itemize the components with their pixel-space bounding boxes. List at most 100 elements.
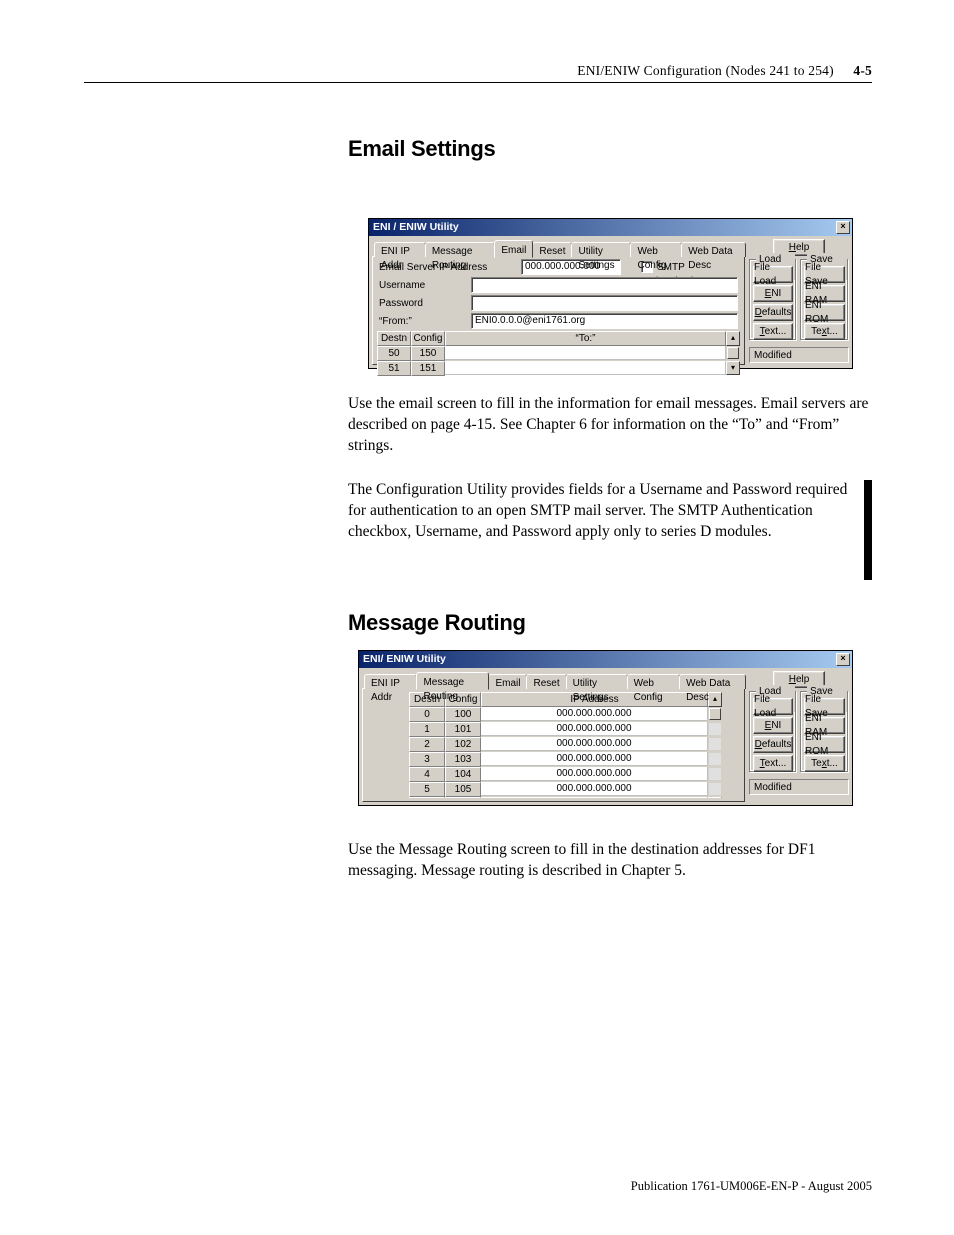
tab-utility-settings[interactable]: Utility Settings: [571, 242, 631, 257]
tab-reset[interactable]: Reset: [532, 242, 572, 257]
window-title: ENI/ ENIW Utility: [363, 652, 446, 666]
scrollbar-thumb[interactable]: [709, 708, 721, 720]
cell-destn: 0: [409, 707, 445, 722]
tab-eni-ip-addr[interactable]: ENI IP Addr: [374, 242, 426, 257]
running-header: ENI/ENIW Configuration (Nodes 241 to 254…: [577, 62, 872, 80]
running-header-text: ENI/ENIW Configuration (Nodes 241 to 254…: [577, 63, 834, 78]
cell-config: 151: [411, 361, 445, 376]
window-titlebar: ENI / ENIW Utility ×: [369, 219, 852, 236]
cell-destn: 51: [377, 361, 411, 376]
col-to: “To:”: [445, 331, 726, 346]
input-password[interactable]: [471, 295, 738, 311]
input-from[interactable]: ENI0.0.0.0@eni1761.org: [471, 313, 738, 329]
scroll-up-icon[interactable]: ▴: [726, 331, 740, 346]
cell-config: 105: [445, 782, 481, 797]
tab-eni-ip-addr[interactable]: ENI IP Addr: [364, 674, 417, 689]
window-title: ENI / ENIW Utility: [373, 220, 459, 234]
group-load-from: Load From File Load ENI Defaults Text...: [749, 691, 796, 772]
file-load-button[interactable]: File Load: [753, 698, 793, 715]
screenshot-email-utility: ENI / ENIW Utility × Help Load From File…: [368, 218, 853, 369]
text-save-button[interactable]: Text...: [804, 755, 845, 772]
tab-web-config[interactable]: Web Config: [627, 674, 680, 689]
eni-button[interactable]: ENI: [753, 285, 793, 302]
cell-ip[interactable]: 000.000.000.000: [481, 707, 708, 721]
routing-table: Destn Config IP Address ▴ 0100000.000.00…: [409, 692, 722, 798]
cell-destn: 3: [409, 752, 445, 767]
status-text: Modified: [749, 347, 849, 363]
cell-config: 150: [411, 346, 445, 361]
cell-to[interactable]: [445, 361, 726, 375]
cell-destn: 5: [409, 782, 445, 797]
close-icon[interactable]: ×: [836, 221, 850, 234]
cell-config: 102: [445, 737, 481, 752]
cell-ip[interactable]: 000.000.000.000: [481, 767, 708, 781]
header-rule: [84, 82, 872, 83]
scrollbar-track[interactable]: [708, 767, 722, 781]
tab-message-routing[interactable]: Message Routing: [416, 672, 489, 690]
body-paragraph: Use the email screen to fill in the info…: [348, 394, 872, 457]
body-paragraph: The Configuration Utility provides field…: [348, 480, 872, 543]
close-icon[interactable]: ×: [836, 653, 850, 666]
window-titlebar: ENI/ ENIW Utility ×: [359, 651, 852, 668]
tab-message-routing[interactable]: Message Routing: [425, 242, 496, 257]
scroll-down-icon[interactable]: ▾: [708, 797, 722, 798]
scrollbar-track[interactable]: [708, 722, 722, 736]
scrollbar-track[interactable]: [708, 782, 722, 796]
cell-ip[interactable]: 000.000.000.000: [481, 797, 708, 798]
status-text: Modified: [749, 779, 849, 795]
cell-config: 103: [445, 752, 481, 767]
screenshot-message-routing: ENI/ ENIW Utility × Help Load From File …: [358, 650, 853, 806]
file-load-button[interactable]: File Load: [753, 266, 793, 283]
text-load-button[interactable]: Text...: [753, 323, 793, 340]
heading-message-routing: Message Routing: [348, 608, 526, 638]
tab-email[interactable]: Email: [494, 240, 533, 258]
cell-destn: 1: [409, 722, 445, 737]
tab-web-config[interactable]: Web Config: [630, 242, 682, 257]
scrollbar-thumb[interactable]: [727, 347, 739, 359]
tabstrip: ENI IP Addr Message Routing Email Reset …: [362, 671, 745, 689]
cell-config: 101: [445, 722, 481, 737]
cell-config: 104: [445, 767, 481, 782]
label-username: Username: [379, 279, 425, 293]
label-password: Password: [379, 297, 423, 311]
cell-ip[interactable]: 000.000.000.000: [481, 782, 708, 796]
scrollbar-track[interactable]: [708, 737, 722, 751]
cell-config: 106: [445, 797, 481, 798]
text-save-button[interactable]: Text...: [804, 323, 845, 340]
eni-button[interactable]: ENI: [753, 717, 793, 734]
cell-ip[interactable]: 000.000.000.000: [481, 737, 708, 751]
body-paragraph: Use the Message Routing screen to fill i…: [348, 840, 872, 882]
label-from: “From:”: [379, 315, 412, 329]
col-destn: Destn: [377, 331, 411, 346]
page-number: 4-5: [853, 63, 872, 78]
group-save-to: Save To File Save ENI RAM ENI ROM Text..…: [800, 691, 848, 772]
scroll-down-icon[interactable]: ▾: [726, 361, 740, 375]
scrollbar-track[interactable]: [708, 752, 722, 766]
defaults-button[interactable]: Defaults: [753, 736, 793, 753]
footer-publication: Publication 1761-UM006E-EN-P - August 20…: [631, 1178, 872, 1195]
tab-reset[interactable]: Reset: [526, 674, 566, 689]
col-config: Config: [411, 331, 445, 346]
cell-ip[interactable]: 000.000.000.000: [481, 722, 708, 736]
tab-web-data-desc[interactable]: Web Data Desc: [679, 674, 746, 689]
group-save-to: Save To File Save ENI RAM ENI ROM Text..…: [800, 259, 848, 340]
cell-destn: 6: [409, 797, 445, 798]
defaults-button[interactable]: Defaults: [753, 304, 793, 321]
eni-rom-button[interactable]: ENI ROM: [804, 304, 845, 321]
cell-destn: 2: [409, 737, 445, 752]
eni-rom-button[interactable]: ENI ROM: [804, 736, 845, 753]
cell-to[interactable]: [445, 346, 726, 360]
tab-web-data-desc[interactable]: Web Data Desc: [681, 242, 746, 257]
tab-utility-settings[interactable]: Utility Settings: [566, 674, 628, 689]
change-bar: [864, 480, 872, 580]
cell-ip[interactable]: 000.000.000.000: [481, 752, 708, 766]
scroll-up-icon[interactable]: ▴: [708, 692, 722, 707]
cell-destn: 4: [409, 767, 445, 782]
heading-email-settings: Email Settings: [348, 134, 495, 164]
cell-config: 100: [445, 707, 481, 722]
input-username[interactable]: [471, 277, 738, 293]
text-load-button[interactable]: Text...: [753, 755, 793, 772]
cell-destn: 50: [377, 346, 411, 361]
tab-email[interactable]: Email: [488, 674, 527, 689]
group-load-from: Load From File Load ENI Defaults Text...: [749, 259, 796, 340]
